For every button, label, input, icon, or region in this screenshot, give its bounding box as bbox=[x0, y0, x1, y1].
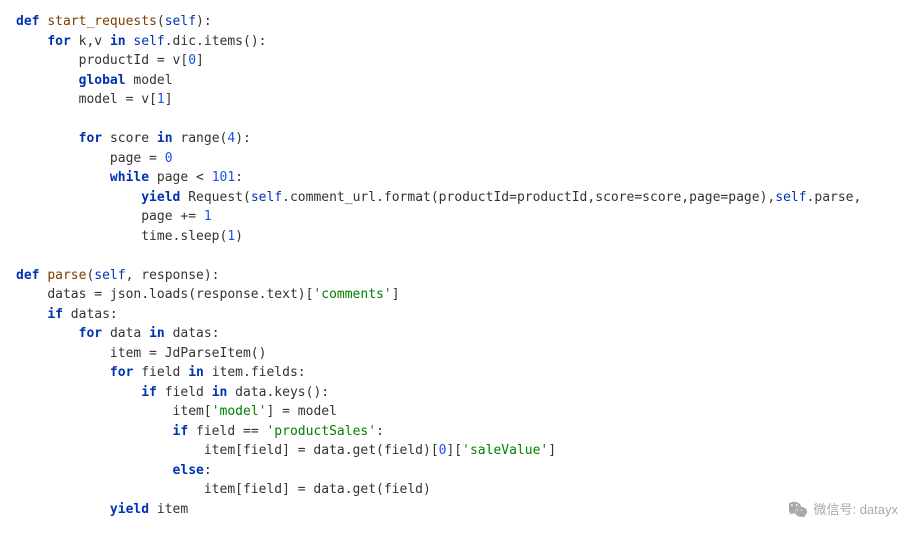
code-line: productId = v[0] bbox=[16, 53, 204, 68]
code-line: for field in item.fields: bbox=[16, 365, 306, 380]
code-line: def parse(self, response): bbox=[16, 268, 220, 283]
code-line: item['model'] = model bbox=[16, 404, 337, 419]
code-line: def start_requests(self): bbox=[16, 14, 212, 29]
code-line: item = JdParseItem() bbox=[16, 346, 266, 361]
code-line: datas = json.loads(response.text)['comme… bbox=[16, 287, 400, 302]
code-line: for k,v in self.dic.items(): bbox=[16, 34, 266, 49]
code-line: model = v[1] bbox=[16, 92, 173, 107]
wechat-icon bbox=[789, 500, 807, 518]
code-line: yield Request(self.comment_url.format(pr… bbox=[16, 190, 861, 205]
code-line: for score in range(4): bbox=[16, 131, 251, 146]
code-line: if field == 'productSales': bbox=[16, 424, 384, 439]
watermark-label: 微信号: datayx bbox=[813, 500, 898, 520]
code-line: time.sleep(1) bbox=[16, 229, 243, 244]
watermark: 微信号: datayx bbox=[789, 500, 898, 520]
code-line: while page < 101: bbox=[16, 170, 243, 185]
code-line: global model bbox=[16, 73, 173, 88]
code-line: page = 0 bbox=[16, 151, 173, 166]
code-block: def start_requests(self): for k,v in sel… bbox=[16, 12, 900, 519]
code-line: for data in datas: bbox=[16, 326, 220, 341]
code-line: yield item bbox=[16, 502, 188, 517]
code-line: if datas: bbox=[16, 307, 118, 322]
code-line: if field in data.keys(): bbox=[16, 385, 329, 400]
code-line: item[field] = data.get(field) bbox=[16, 482, 431, 497]
code-line: page += 1 bbox=[16, 209, 212, 224]
code-line: item[field] = data.get(field)[0]['saleVa… bbox=[16, 443, 556, 458]
code-line: else: bbox=[16, 463, 212, 478]
